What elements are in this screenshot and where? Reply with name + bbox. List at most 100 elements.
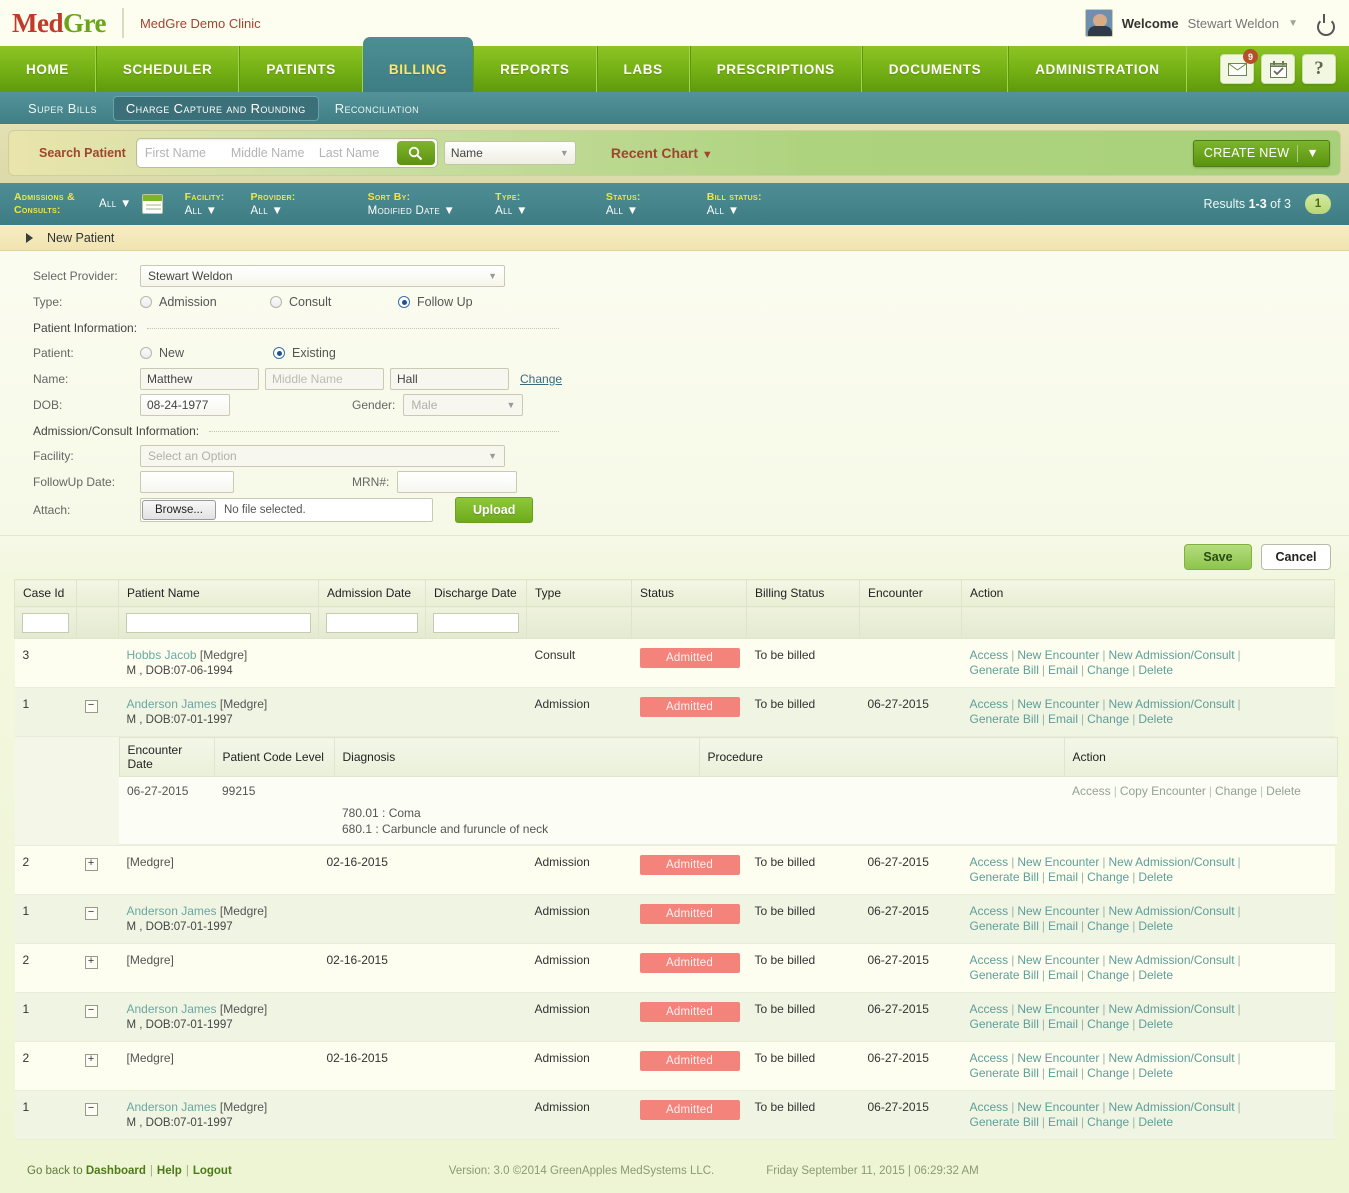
action-new-admission-consult[interactable]: New Admission/Consult (1108, 1051, 1234, 1065)
action-generate-bill[interactable]: Generate Bill (970, 1115, 1039, 1129)
action-email[interactable]: Email (1048, 1017, 1078, 1031)
action-access[interactable]: Access (970, 648, 1009, 662)
table-row[interactable]: 1 − Anderson James [Medgre] M , DOB:07-0… (15, 688, 1335, 737)
collapse-row-button[interactable]: − (85, 907, 98, 920)
nav-item-labs[interactable]: LABS (597, 46, 690, 92)
upload-button[interactable]: Upload (455, 497, 533, 523)
new-patient-panel-header[interactable]: New Patient (0, 225, 1349, 251)
cancel-button[interactable]: Cancel (1261, 544, 1331, 570)
action-change[interactable]: Change (1087, 919, 1129, 933)
patient-name-link[interactable]: Hobbs Jacob (127, 648, 197, 662)
action-new-encounter[interactable]: New Encounter (1017, 855, 1099, 869)
action-new-encounter[interactable]: New Encounter (1017, 1002, 1099, 1016)
table-row[interactable]: 2 + [Medgre] 02-16-2015 Admission Admitt… (15, 944, 1335, 993)
action-email[interactable]: Email (1048, 663, 1078, 677)
action-new-encounter[interactable]: New Encounter (1017, 953, 1099, 967)
action-new-admission-consult[interactable]: New Admission/Consult (1108, 1002, 1234, 1016)
encounter-action-access[interactable]: Access (1072, 784, 1111, 798)
expand-row-button[interactable]: + (85, 858, 98, 871)
subnav-item-charge-capture[interactable]: Charge Capture and Rounding (113, 96, 319, 121)
nav-item-documents[interactable]: DOCUMENTS (862, 46, 1008, 92)
nav-item-administration[interactable]: ADMINISTRATION (1008, 46, 1186, 92)
action-access[interactable]: Access (970, 1051, 1009, 1065)
table-row[interactable]: 1 − Anderson James [Medgre] M , DOB:07-0… (15, 993, 1335, 1042)
action-new-encounter[interactable]: New Encounter (1017, 648, 1099, 662)
action-new-admission-consult[interactable]: New Admission/Consult (1108, 904, 1234, 918)
table-row[interactable]: 2 + [Medgre] 02-16-2015 Admission Admitt… (15, 1042, 1335, 1091)
nav-item-reports[interactable]: REPORTS (473, 46, 596, 92)
action-new-encounter[interactable]: New Encounter (1017, 904, 1099, 918)
chevron-down-icon[interactable]: ▼ (1288, 18, 1298, 29)
last-name-input[interactable] (390, 368, 509, 390)
collapse-row-button[interactable]: − (85, 700, 98, 713)
subnav-item-super-bills[interactable]: Super Bills (16, 97, 109, 120)
search-criteria-select[interactable]: Name ▼ (444, 141, 576, 165)
radio-type-consult[interactable]: Consult (270, 295, 398, 309)
radio-patient-new[interactable]: New (140, 346, 273, 360)
file-picker[interactable]: Browse... No file selected. (140, 498, 433, 522)
action-new-admission-consult[interactable]: New Admission/Consult (1108, 648, 1234, 662)
radio-type-followup[interactable]: Follow Up (398, 295, 473, 309)
col-encounter[interactable]: Encounter (860, 580, 962, 607)
filter-input-admission-date[interactable] (326, 613, 418, 633)
encounter-action-delete[interactable]: Delete (1266, 784, 1301, 798)
col-type[interactable]: Type (527, 580, 632, 607)
search-last-name-input[interactable] (313, 141, 397, 165)
gender-select[interactable]: Male ▼ (403, 394, 523, 416)
action-access[interactable]: Access (970, 1002, 1009, 1016)
action-delete[interactable]: Delete (1138, 1066, 1173, 1080)
nav-item-prescriptions[interactable]: PRESCRIPTIONS (690, 46, 862, 92)
patient-name-link[interactable]: Anderson James (127, 697, 217, 711)
action-change[interactable]: Change (1087, 968, 1129, 982)
search-first-name-input[interactable] (139, 141, 225, 165)
patient-name-link[interactable]: Anderson James (127, 1002, 217, 1016)
action-change[interactable]: Change (1087, 870, 1129, 884)
followup-date-input[interactable] (140, 471, 234, 493)
nav-item-patients[interactable]: PATIENTS (239, 46, 363, 92)
filter-sort-by[interactable]: Sort By: Modified Date ▼ (368, 191, 456, 218)
action-access[interactable]: Access (970, 855, 1009, 869)
action-change[interactable]: Change (1087, 1066, 1129, 1080)
action-access[interactable]: Access (970, 1100, 1009, 1114)
mrn-input[interactable] (397, 471, 517, 493)
save-button[interactable]: Save (1184, 544, 1252, 570)
action-new-admission-consult[interactable]: New Admission/Consult (1108, 1100, 1234, 1114)
collapse-row-button[interactable]: − (85, 1005, 98, 1018)
expand-row-button[interactable]: + (85, 956, 98, 969)
help-button[interactable]: ? (1302, 54, 1336, 84)
collapse-row-button[interactable]: − (85, 1103, 98, 1116)
action-new-encounter[interactable]: New Encounter (1017, 697, 1099, 711)
action-delete[interactable]: Delete (1138, 919, 1173, 933)
col-patient-name[interactable]: Patient Name (119, 580, 319, 607)
filter-facility[interactable]: Facility: All ▼ (185, 191, 225, 218)
filter-admissions-consults[interactable]: Admissions & Consults: All ▼ (14, 191, 132, 217)
action-new-admission-consult[interactable]: New Admission/Consult (1108, 697, 1234, 711)
action-change[interactable]: Change (1087, 712, 1129, 726)
filter-status[interactable]: Status: All ▼ (606, 191, 641, 218)
action-email[interactable]: Email (1048, 712, 1078, 726)
action-new-admission-consult[interactable]: New Admission/Consult (1108, 855, 1234, 869)
col-case-id[interactable]: Case Id (15, 580, 77, 607)
action-new-admission-consult[interactable]: New Admission/Consult (1108, 953, 1234, 967)
search-middle-name-input[interactable] (225, 141, 313, 165)
dob-input[interactable] (140, 394, 230, 416)
page-number-button[interactable]: 1 (1305, 194, 1331, 214)
action-delete[interactable]: Delete (1138, 1115, 1173, 1129)
action-access[interactable]: Access (970, 697, 1009, 711)
action-generate-bill[interactable]: Generate Bill (970, 870, 1039, 884)
create-new-button[interactable]: CREATE NEW ▼ (1193, 140, 1330, 167)
action-generate-bill[interactable]: Generate Bill (970, 1066, 1039, 1080)
subnav-item-reconciliation[interactable]: Reconciliation (323, 97, 431, 120)
col-status[interactable]: Status (632, 580, 747, 607)
app-logo[interactable]: MedGre (12, 8, 106, 39)
search-button[interactable] (397, 141, 435, 165)
action-delete[interactable]: Delete (1138, 663, 1173, 677)
footer-dashboard-link[interactable]: Dashboard (86, 1165, 146, 1177)
action-new-encounter[interactable]: New Encounter (1017, 1051, 1099, 1065)
calendar-icon[interactable] (142, 194, 163, 214)
encounter-row[interactable]: 06-27-2015 99215 780.01 : Coma 680.1 : C… (119, 777, 1337, 845)
action-generate-bill[interactable]: Generate Bill (970, 968, 1039, 982)
nav-item-scheduler[interactable]: SCHEDULER (96, 46, 239, 92)
action-email[interactable]: Email (1048, 919, 1078, 933)
recent-chart-dropdown[interactable]: Recent Chart ▼ (611, 145, 713, 161)
